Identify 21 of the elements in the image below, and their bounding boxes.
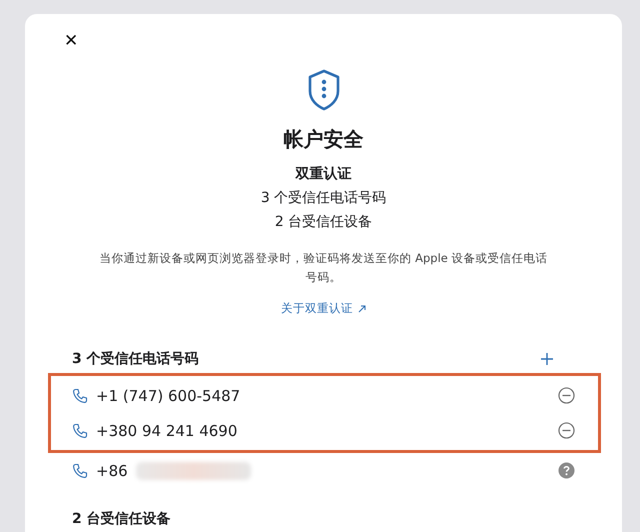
section-heading: 3 个受信任电话号码: [72, 350, 199, 368]
phone-icon: [72, 422, 88, 438]
learn-more-link[interactable]: 关于双重认证: [281, 301, 366, 316]
dialog-title: 帐户安全: [284, 126, 364, 153]
remove-icon[interactable]: [558, 422, 575, 439]
shield-icon: [306, 69, 340, 111]
remove-icon[interactable]: [558, 387, 575, 404]
phone-number: +86: [96, 462, 128, 480]
description: 当你通过新设备或网页浏览器登录时，验证码将发送至你的 Apple 设备或受信任电话号码。: [98, 250, 548, 286]
add-icon[interactable]: [541, 353, 553, 365]
phone-number: +1 (747) 600-5487: [96, 386, 240, 404]
phone-icon: [72, 462, 88, 478]
section-heading: 2 台受信任设备: [72, 510, 172, 528]
summary-line: 2 台受信任设备: [274, 213, 372, 231]
summary-line: 3 个受信任电话号码: [260, 189, 386, 207]
subtitle: 双重认证: [296, 165, 352, 183]
external-arrow-icon: [358, 304, 366, 312]
close-button[interactable]: ✕: [64, 30, 78, 51]
help-icon[interactable]: [558, 462, 575, 479]
phone-number: +380 94 241 4690: [96, 422, 238, 440]
phone-icon: [72, 388, 88, 404]
